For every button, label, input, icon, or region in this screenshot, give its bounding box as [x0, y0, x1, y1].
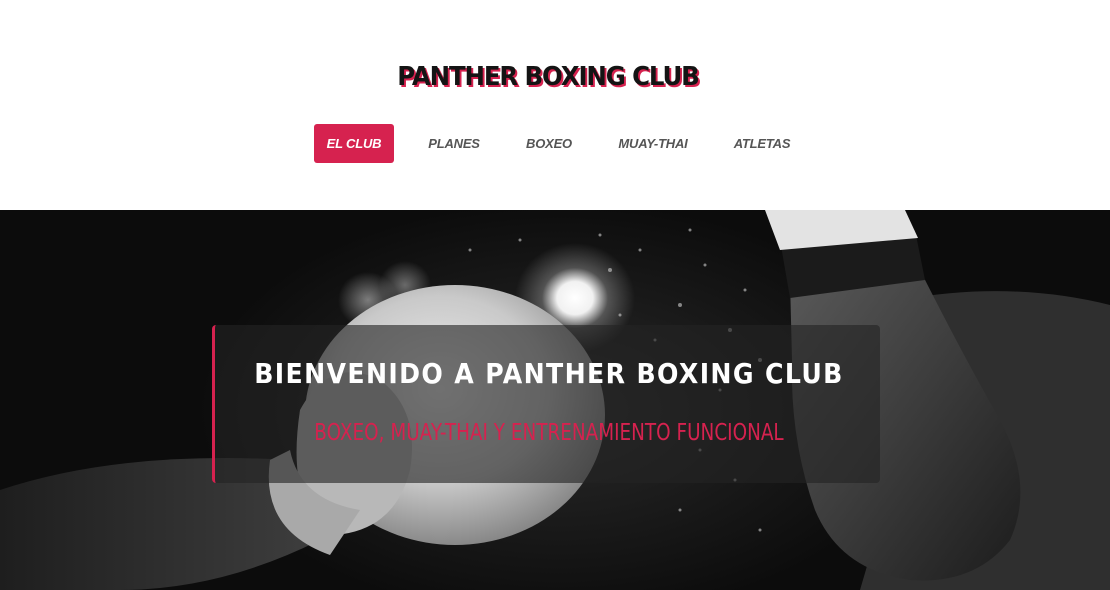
- site-header: PANTHER BOXING CLUB EL CLUB PLANES BOXEO…: [0, 0, 1110, 210]
- hero-banner: BIENVENIDO A PANTHER BOXING CLUB BOXEO, …: [212, 325, 880, 483]
- nav-item-el-club[interactable]: EL CLUB: [314, 124, 394, 163]
- hero-section: BIENVENIDO A PANTHER BOXING CLUB BOXEO, …: [0, 210, 1110, 590]
- main-nav: EL CLUB PLANES BOXEO MUAY-THAI ATLETAS: [0, 124, 1110, 164]
- hero-title: BIENVENIDO A PANTHER BOXING CLUB: [254, 357, 844, 390]
- hero-subtitle: BOXEO, MUAY-THAI Y ENTRENAMIENTO FUNCION…: [314, 420, 784, 446]
- nav-item-muay-thai[interactable]: MUAY-THAI: [604, 124, 702, 163]
- nav-item-boxeo[interactable]: BOXEO: [512, 124, 586, 163]
- nav-item-planes[interactable]: PLANES: [415, 124, 493, 163]
- site-logo[interactable]: PANTHER BOXING CLUB: [33, 62, 1063, 92]
- nav-item-atletas[interactable]: ATLETAS: [721, 124, 803, 163]
